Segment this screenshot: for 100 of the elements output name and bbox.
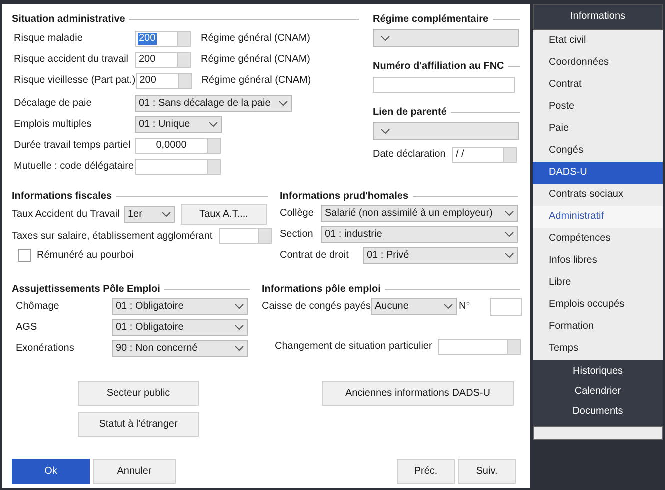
sidebar-item[interactable]: Administratif [533, 206, 663, 228]
input-field[interactable]: / / [452, 146, 504, 162]
input-field[interactable] [490, 298, 522, 316]
input-field[interactable]: 200 [135, 30, 178, 46]
chevron-icon [381, 36, 390, 40]
field-label: Date déclaration [373, 149, 447, 160]
action-button[interactable]: Anciennes informations DADS-U [322, 381, 514, 406]
action-button[interactable]: Statut à l'étranger [78, 412, 199, 437]
field-label: Décalage de paie [14, 98, 93, 109]
sidebar-item[interactable]: Emplois occupés [533, 294, 663, 316]
input-field[interactable]: 200 [135, 52, 178, 68]
section-title: Situation administrative [12, 14, 126, 24]
sidebar-item[interactable]: Formation [533, 316, 663, 338]
input-field[interactable]: 200 [136, 72, 179, 88]
field-label: Durée travail temps partiel [14, 140, 132, 151]
input-field[interactable] [373, 77, 515, 93]
field-label: Chômage [16, 301, 60, 312]
dropdown[interactable]: 01 : Unique [135, 116, 222, 133]
section-title: Assujettissements Pôle Emploi [12, 284, 160, 294]
section-title: Informations fiscales [12, 190, 112, 202]
chevron-icon [235, 304, 244, 309]
browse-button[interactable] [208, 138, 221, 154]
sidebar-item[interactable]: DADS-U [533, 162, 663, 184]
dialog-button[interactable]: Annuler [93, 459, 176, 484]
section-title: Régime complémentaire [373, 14, 489, 24]
chevron-icon [381, 128, 390, 134]
sidebar-item[interactable]: Infos libres [533, 250, 663, 272]
field-note: Régime général (CNAM) [202, 75, 312, 86]
chevron-icon [505, 232, 514, 237]
sidebar-item[interactable]: Congés [533, 140, 663, 162]
section-title: Informations prud'homales [280, 190, 409, 202]
dropdown[interactable]: 01 : Privé [363, 247, 518, 264]
sidebar-item[interactable]: Temps [533, 338, 663, 360]
section-title: Informations pôle emploi [262, 284, 381, 294]
chevron-icon [162, 212, 171, 216]
sidebar-item[interactable]: Compétences [533, 228, 663, 250]
browse-button[interactable] [259, 228, 272, 244]
field-label: Section [280, 229, 314, 240]
field-label: Caisse de congés payés [262, 301, 371, 312]
chevron-icon [209, 122, 218, 127]
dropdown[interactable]: Aucune [370, 298, 457, 315]
browse-button[interactable] [504, 146, 517, 162]
ok-button[interactable]: Ok [12, 459, 90, 484]
browse-button[interactable] [178, 30, 191, 46]
chevron-icon [279, 101, 288, 106]
checkbox[interactable] [18, 248, 31, 262]
sidebar-item[interactable]: Contrats sociaux [533, 184, 663, 206]
dropdown[interactable]: 01 : industrie [321, 226, 518, 243]
field-label: N° [458, 301, 472, 312]
browse-button[interactable] [508, 338, 521, 354]
sidebar-link[interactable]: Calendrier [533, 382, 663, 402]
field-label: Contrat de droit [280, 250, 350, 261]
dropdown[interactable]: 01 : Obligatoire [112, 298, 248, 315]
input-field[interactable] [438, 338, 508, 354]
field-note: Régime général (CNAM) [201, 54, 310, 65]
sidebar-link[interactable]: Documents [533, 402, 663, 422]
browse-button[interactable] [178, 72, 192, 88]
field-label: Changement de situation particulier [275, 341, 434, 352]
checkbox-label: Rémunéré au pourboi [37, 250, 134, 260]
field-label: Taux Accident du Travail [12, 208, 121, 220]
input-field[interactable] [219, 228, 259, 244]
field-label: Exonérations [16, 343, 76, 354]
sidebar-item[interactable]: Libre [533, 272, 663, 294]
sidebar-link[interactable]: Historiques [533, 362, 663, 382]
field-label: Risque maladie [14, 33, 84, 44]
dropdown[interactable]: 01 : Obligatoire [112, 319, 248, 336]
sidebar-item[interactable]: Poste [533, 96, 663, 118]
sidebar-item[interactable]: Coordonnées [533, 52, 663, 74]
chevron-icon [505, 211, 514, 216]
dropdown[interactable] [373, 122, 519, 140]
rate-button[interactable]: Taux A.T.... [181, 204, 267, 224]
chevron-icon [235, 325, 244, 330]
input-field[interactable] [135, 158, 208, 174]
field-label: AGS [16, 322, 38, 333]
field-label: Collège [280, 208, 315, 219]
field-label: Taxes sur salaire, établissement agglomérant [12, 230, 214, 242]
sidebar-header: Informations [533, 4, 663, 30]
dialog-button[interactable]: Préc. [397, 459, 455, 484]
field-note: Régime général (CNAM) [201, 33, 310, 44]
input-field[interactable]: 0,0000 [135, 138, 208, 154]
dropdown[interactable]: 90 : Non concerné [112, 340, 248, 357]
field-label: Emplois multiples [14, 119, 93, 130]
dialog-button[interactable]: Suiv. [458, 459, 516, 484]
browse-button[interactable] [178, 52, 191, 68]
dropdown[interactable]: Salarié (non assimilé à un employeur) [321, 205, 518, 222]
action-button[interactable]: Secteur public [78, 381, 199, 406]
dropdown[interactable]: 1er [124, 206, 175, 222]
dropdown[interactable]: 01 : Sans décalage de la paie [135, 95, 292, 112]
section-title: Numéro d'affiliation au FNC [373, 60, 504, 72]
field-label: Mutuelle : code délégataire [14, 161, 135, 172]
field-label: Risque vieillesse (Part pat.) [14, 75, 136, 86]
chevron-icon [505, 253, 514, 258]
dropdown[interactable] [373, 29, 519, 47]
section-title: Lien de parenté [373, 106, 447, 118]
sidebar-item[interactable]: Etat civil [533, 30, 663, 52]
sidebar-item[interactable]: Paie [533, 118, 663, 140]
chevron-icon [235, 346, 244, 351]
sidebar-item[interactable]: Contrat [533, 74, 663, 96]
browse-button[interactable] [208, 158, 221, 174]
chevron-icon [444, 304, 453, 309]
